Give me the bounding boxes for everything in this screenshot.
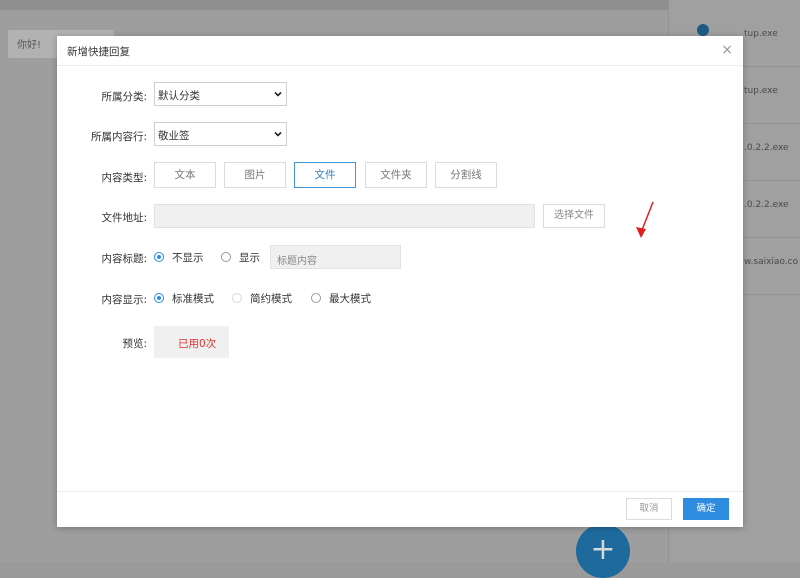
display-standard-radio[interactable]: 标准模式	[154, 291, 224, 307]
chevron-down-icon	[274, 91, 282, 97]
industry-select[interactable]: 敬业签	[154, 122, 287, 146]
preview-box: 已用0次	[154, 326, 229, 358]
category-select[interactable]: 默认分类	[154, 82, 287, 106]
file-address-input[interactable]	[154, 204, 535, 228]
content-display-label: 内容显示:	[101, 294, 147, 306]
chevron-down-icon	[274, 131, 282, 137]
title-hide-radio[interactable]: 不显示	[154, 250, 214, 266]
background-top-bar	[0, 0, 668, 10]
content-type-file-button[interactable]: 文件	[294, 162, 356, 188]
radio-disabled-icon	[232, 293, 242, 303]
title-show-label: 显示	[239, 252, 260, 264]
display-simple-radio[interactable]: 简约模式	[232, 291, 302, 307]
file-icon	[697, 24, 709, 36]
display-simple-label: 简约模式	[250, 293, 292, 305]
choose-file-button[interactable]: 选择文件	[543, 204, 605, 228]
display-max-label: 最大模式	[329, 293, 371, 305]
industry-select-value: 敬业签	[158, 130, 190, 142]
category-label: 所属分类:	[101, 91, 147, 103]
close-icon[interactable]: ×	[721, 42, 733, 58]
cancel-button[interactable]: 取消	[626, 498, 672, 520]
radio-checked-icon	[154, 293, 164, 303]
file-address-label: 文件地址:	[101, 212, 147, 224]
dialog-title: 新增快捷回复	[67, 46, 130, 58]
title-show-radio[interactable]: 显示	[221, 250, 271, 266]
radio-unchecked-icon	[311, 293, 321, 303]
preview-usage-text: 已用0次	[178, 338, 217, 350]
content-type-divider-button[interactable]: 分割线	[435, 162, 497, 188]
confirm-button[interactable]: 确定	[683, 498, 729, 520]
category-select-value: 默认分类	[158, 90, 200, 102]
content-type-image-button[interactable]: 图片	[224, 162, 286, 188]
background-greeting-text: 你好!	[17, 40, 42, 51]
add-quick-reply-dialog: 新增快捷回复 × 所属分类: 默认分类 所属内容行: 敬业签 内容类型: 文本 …	[57, 36, 743, 527]
title-hide-label: 不显示	[172, 252, 204, 264]
content-type-folder-button[interactable]: 文件夹	[365, 162, 427, 188]
annotation-arrow-icon	[636, 201, 654, 238]
background-file-name: w.saixiao.co	[744, 257, 799, 267]
content-type-label: 内容类型:	[101, 172, 147, 184]
background-file-name: tup.exe	[744, 86, 778, 96]
background-file-name: .0.2.2.exe	[744, 200, 789, 210]
display-max-radio[interactable]: 最大模式	[311, 291, 381, 307]
content-title-label: 内容标题:	[101, 253, 147, 265]
background-add-button: +	[576, 524, 630, 578]
content-type-text-button[interactable]: 文本	[154, 162, 216, 188]
preview-label: 预览:	[122, 338, 147, 350]
radio-checked-icon	[154, 252, 164, 262]
background-file-name: .0.2.2.exe	[744, 143, 789, 153]
title-content-input[interactable]: 标题内容	[270, 245, 401, 269]
background-file-name: tup.exe	[744, 29, 778, 39]
industry-label: 所属内容行:	[90, 131, 147, 143]
dialog-header: 新增快捷回复 ×	[57, 36, 743, 66]
radio-unchecked-icon	[221, 252, 231, 262]
display-standard-label: 标准模式	[172, 293, 214, 305]
